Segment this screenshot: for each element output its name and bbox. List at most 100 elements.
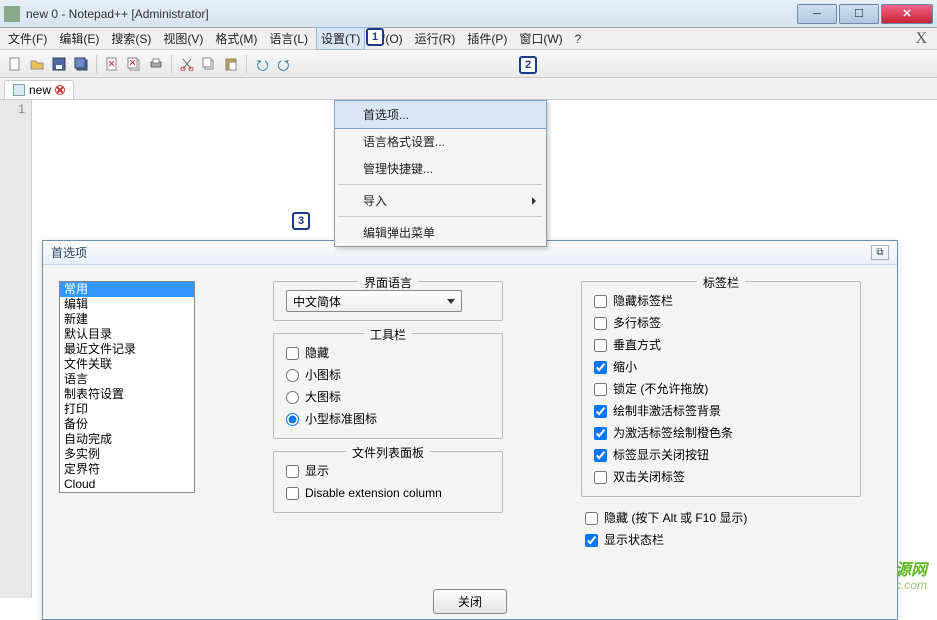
toolbar-small-radio[interactable]: 小图标	[286, 364, 490, 386]
tabbar-active-check[interactable]: 为激活标签绘制橙色条	[594, 422, 848, 444]
tabbar-lock-check[interactable]: 锁定 (不允许拖放)	[594, 378, 848, 400]
menu-language[interactable]: 语言(L)	[265, 28, 312, 49]
menu-shortcuts[interactable]: 管理快捷键...	[335, 155, 546, 182]
list-item[interactable]: 最近文件记录	[60, 342, 194, 357]
minimize-button[interactable]: ─	[797, 4, 837, 24]
list-item[interactable]: 文件关联	[60, 357, 194, 372]
tabbar-inactive-check[interactable]: 绘制非激活标签背景	[594, 400, 848, 422]
toolbar-fieldset: 工具栏 隐藏 小图标 大图标 小型标准图标	[273, 333, 503, 439]
menu-import[interactable]: 导入	[335, 187, 546, 214]
save-all-icon[interactable]	[72, 55, 90, 73]
list-item[interactable]: 编辑	[60, 297, 194, 312]
app-icon	[4, 6, 20, 22]
menu-separator	[339, 216, 542, 217]
menu-preferences[interactable]: 首选项...	[334, 100, 547, 129]
list-item[interactable]: 其他	[60, 492, 194, 493]
close-all-icon[interactable]	[125, 55, 143, 73]
menu-plugins[interactable]: 插件(P)	[463, 28, 511, 49]
fieldset-legend: 标签栏	[697, 274, 745, 291]
menu-style-config[interactable]: 语言格式设置...	[335, 128, 546, 155]
line-gutter: 1	[0, 100, 32, 598]
callout-3: 3	[292, 212, 310, 230]
menu-file[interactable]: 文件(F)	[4, 28, 51, 49]
menubar: 文件(F) 编辑(E) 搜索(S) 视图(V) 格式(M) 语言(L) 设置(T…	[0, 28, 937, 50]
file-icon	[13, 84, 25, 96]
status-bar-check[interactable]: 显示状态栏	[585, 529, 881, 551]
tabbar-shrink-check[interactable]: 缩小	[594, 356, 848, 378]
category-listbox[interactable]: 常用 编辑 新建 默认目录 最近文件记录 文件关联 语言 制表符设置 打印 备份…	[59, 281, 195, 493]
maximize-button[interactable]: ☐	[839, 4, 879, 24]
preferences-dialog: 首选项 ⧉ 常用 编辑 新建 默认目录 最近文件记录 文件关联 语言 制表符设置…	[42, 240, 898, 620]
dialog-title-text: 首选项	[51, 244, 87, 261]
list-item[interactable]: 默认目录	[60, 327, 194, 342]
close-file-icon[interactable]	[103, 55, 121, 73]
menu-help[interactable]: ?	[571, 30, 586, 48]
cut-icon[interactable]	[178, 55, 196, 73]
submenu-arrow-icon	[532, 197, 536, 205]
language-select[interactable]: 中文简体	[286, 290, 462, 312]
tabbar-closebtn-check[interactable]: 标签显示关闭按钮	[594, 444, 848, 466]
tab-new[interactable]: new	[4, 80, 74, 99]
paste-icon[interactable]	[222, 55, 240, 73]
window-controls: ─ ☐ ✕	[797, 4, 933, 24]
menu-edit-popup[interactable]: 编辑弹出菜单	[335, 219, 546, 246]
menu-hide-check[interactable]: 隐藏 (按下 Alt 或 F10 显示)	[585, 507, 881, 529]
tabbar-vertical-check[interactable]: 垂直方式	[594, 334, 848, 356]
undo-icon[interactable]	[253, 55, 271, 73]
redo-icon[interactable]	[275, 55, 293, 73]
line-number: 1	[0, 102, 25, 116]
tab-label: new	[29, 83, 51, 97]
list-item[interactable]: 常用	[60, 282, 194, 297]
select-value: 中文简体	[293, 293, 341, 310]
document-tabbar: new	[0, 78, 937, 100]
panel-fieldset: 文件列表面板 显示 Disable extension column	[273, 451, 503, 513]
titlebar: new 0 - Notepad++ [Administrator] ─ ☐ ✕	[0, 0, 937, 28]
toolbar-std-radio[interactable]: 小型标准图标	[286, 408, 490, 430]
save-icon[interactable]	[50, 55, 68, 73]
window-title: new 0 - Notepad++ [Administrator]	[26, 7, 797, 21]
editor-area[interactable]: 1 首选项... 语言格式设置... 管理快捷键... 导入 编辑弹出菜单 首选…	[0, 100, 937, 598]
list-item[interactable]: 语言	[60, 372, 194, 387]
dialog-close-icon[interactable]: ⧉	[871, 245, 889, 260]
mdi-close-icon[interactable]: X	[915, 30, 933, 48]
menu-view[interactable]: 视图(V)	[159, 28, 207, 49]
new-icon[interactable]	[6, 55, 24, 73]
menu-window[interactable]: 窗口(W)	[515, 28, 566, 49]
list-item[interactable]: 自动完成	[60, 432, 194, 447]
list-item[interactable]: 打印	[60, 402, 194, 417]
panel-disable-ext-check[interactable]: Disable extension column	[286, 482, 490, 504]
tab-close-icon[interactable]	[55, 85, 65, 95]
list-item[interactable]: 定界符	[60, 462, 194, 477]
language-fieldset: 界面语言 中文简体	[273, 281, 503, 321]
list-item[interactable]: 备份	[60, 417, 194, 432]
copy-icon[interactable]	[200, 55, 218, 73]
tabbar-multi-check[interactable]: 多行标签	[594, 312, 848, 334]
tabbar-hide-check[interactable]: 隐藏标签栏	[594, 290, 848, 312]
close-button[interactable]: ✕	[881, 4, 933, 24]
callout-2: 2	[519, 56, 537, 74]
tabbar-dblclick-check[interactable]: 双击关闭标签	[594, 466, 848, 488]
menu-edit[interactable]: 编辑(E)	[55, 28, 103, 49]
list-item[interactable]: Cloud	[60, 477, 194, 492]
open-icon[interactable]	[28, 55, 46, 73]
dialog-footer: 关闭	[43, 583, 897, 619]
dialog-close-button[interactable]: 关闭	[433, 589, 507, 614]
menu-run[interactable]: 运行(R)	[411, 28, 460, 49]
menu-settings[interactable]: 设置(T)	[316, 27, 365, 50]
tabbar-fieldset: 标签栏 隐藏标签栏 多行标签 垂直方式 缩小 锁定 (不允许拖放) 绘制非激活标…	[581, 281, 861, 497]
menu-search[interactable]: 搜索(S)	[107, 28, 155, 49]
toolbar-hide-check[interactable]: 隐藏	[286, 342, 490, 364]
menu-format[interactable]: 格式(M)	[211, 28, 261, 49]
fieldset-legend: 界面语言	[358, 274, 418, 291]
callout-1: 1	[366, 28, 384, 46]
settings-dropdown: 首选项... 语言格式设置... 管理快捷键... 导入 编辑弹出菜单	[334, 100, 547, 247]
list-item[interactable]: 新建	[60, 312, 194, 327]
toolbar	[0, 50, 937, 78]
menu-separator	[339, 184, 542, 185]
list-item[interactable]: 多实例	[60, 447, 194, 462]
toolbar-big-radio[interactable]: 大图标	[286, 386, 490, 408]
fieldset-legend: 工具栏	[364, 326, 412, 343]
panel-show-check[interactable]: 显示	[286, 460, 490, 482]
list-item[interactable]: 制表符设置	[60, 387, 194, 402]
print-icon[interactable]	[147, 55, 165, 73]
